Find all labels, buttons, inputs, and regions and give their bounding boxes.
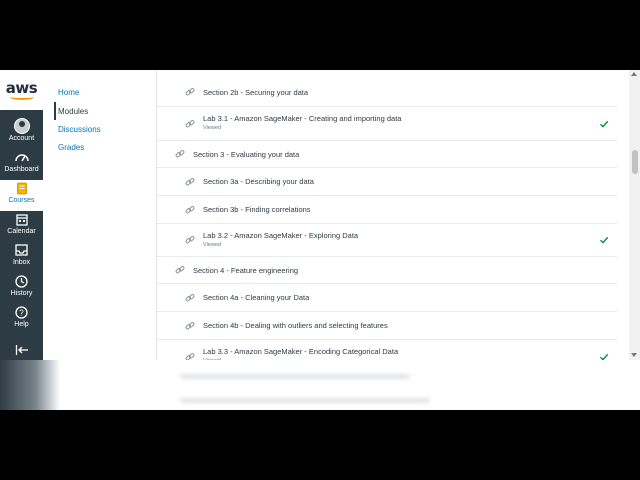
gnav-inbox-label: Inbox [12,259,31,266]
gnav-history-label: History [10,290,33,297]
blurred-nav-fade [0,360,60,410]
gnav-account-label: Account [8,135,35,142]
module-item-title[interactable]: Section 3b - Finding correlations [203,205,311,214]
user-avatar-icon [13,118,30,134]
module-item-title[interactable]: Section 3 - Evaluating your data [193,150,299,159]
module-item-title[interactable]: Lab 3.2 - Amazon SageMaker - Exploring D… [203,231,358,240]
course-nav-discussions[interactable]: Discussions [58,125,101,134]
gnav-help[interactable]: ? Help [0,304,43,335]
module-item-title[interactable]: Section 4a - Cleaning your Data [203,293,309,302]
viewed-label: Viewed [203,125,221,131]
completed-check-icon [600,120,609,128]
module-item-title[interactable]: Section 3a - Describing your data [203,177,314,186]
gnav-history[interactable]: History [0,273,43,304]
history-clock-icon [14,273,30,289]
inbox-icon [14,242,30,258]
link-icon [185,177,195,185]
aws-logo[interactable]: aws [0,70,43,110]
link-icon [185,236,195,244]
blurred-overlay [0,360,640,410]
module-item-title[interactable]: Section 2b - Securing your data [203,88,308,97]
modules-list: Section 2b - Securing your data Lab 3.1 -… [156,70,617,410]
module-item-row[interactable]: Section 4 - Feature engineering [157,257,617,284]
link-icon [185,88,195,96]
module-item-title[interactable]: Section 4 - Feature engineering [193,266,298,275]
gnav-calendar[interactable]: Calendar [0,211,43,242]
link-icon [185,293,195,301]
module-item-title[interactable]: Lab 3.3 - Amazon SageMaker - Encoding Ca… [203,347,398,356]
completed-check-icon [600,236,609,244]
collapse-arrow-icon [14,342,30,358]
gnav-calendar-label: Calendar [7,228,36,235]
gnav-courses[interactable]: Courses [0,180,43,211]
module-item-row[interactable]: Section 2b - Securing your data [157,78,617,107]
link-icon [185,205,195,213]
blurred-row [180,374,410,379]
module-item-row[interactable]: Lab 3.1 - Amazon SageMaker - Creating an… [157,107,617,141]
canvas-lms-window: aws Account Dashboard Courses Calendar I… [0,70,640,410]
course-nav-modules[interactable]: Modules [58,107,88,116]
scrollbar[interactable] [629,70,640,360]
scrollbar-thumb[interactable] [632,150,638,174]
gnav-courses-label: Courses [8,197,35,204]
gnav-inbox[interactable]: Inbox [0,242,43,273]
course-navigation: Home Modules Discussions Grades [43,70,156,410]
module-item-title[interactable]: Section 4b - Dealing with outliers and s… [203,321,388,330]
scroll-up-icon[interactable] [631,72,637,76]
module-item-row[interactable]: Section 3 - Evaluating your data [157,141,617,168]
module-item-title[interactable]: Lab 3.1 - Amazon SageMaker - Creating an… [203,114,401,123]
module-item-row[interactable]: Section 3a - Describing your data [157,168,617,196]
module-item-row[interactable]: Section 3b - Finding correlations [157,196,617,224]
active-indicator [54,102,56,120]
link-icon [185,119,195,127]
module-item-row[interactable]: Lab 3.2 - Amazon SageMaker - Exploring D… [157,224,617,257]
calendar-icon [14,211,30,227]
link-icon [185,321,195,329]
dashboard-icon [14,149,30,165]
link-icon [175,266,185,274]
help-icon: ? [14,304,30,320]
courses-book-icon [14,180,30,196]
gnav-dashboard-label: Dashboard [4,166,39,173]
gnav-help-label: Help [14,321,29,328]
aws-smile-icon [9,94,34,100]
module-item-row[interactable]: Section 4b - Dealing with outliers and s… [157,312,617,340]
global-navigation: aws Account Dashboard Courses Calendar I… [0,70,43,410]
scroll-down-icon[interactable] [631,353,637,357]
course-nav-grades[interactable]: Grades [58,143,84,152]
svg-text:?: ? [19,308,24,317]
course-nav-home[interactable]: Home [58,88,79,97]
module-item-row[interactable]: Section 4a - Cleaning your Data [157,284,617,312]
blurred-row [180,398,430,403]
gnav-dashboard[interactable]: Dashboard [0,149,43,180]
gnav-account[interactable]: Account [0,118,43,149]
viewed-label: Viewed [203,242,221,248]
link-icon [175,150,185,158]
